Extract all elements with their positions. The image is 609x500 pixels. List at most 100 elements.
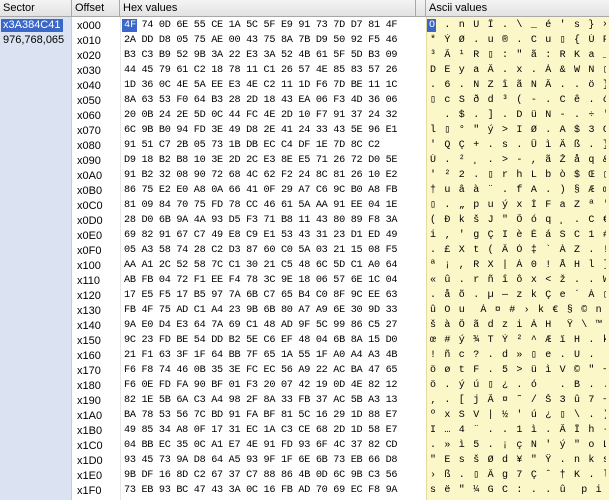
hex-row[interactable]: FB 4F 75 AD C1 A4 23 9B 6B 80 A7 A9 6E 3…	[124, 304, 414, 318]
header-spacer	[416, 0, 426, 16]
hex-row[interactable]: 17 E5 F5 17 B5 97 7A 6B C7 65 B4 C0 8F 9…	[124, 289, 414, 303]
ascii-row[interactable]: ³ Ã ¹ R ▯ : " ã : R K a _ ] ³ .	[430, 49, 606, 63]
hex-row[interactable]: F6 0E FD FA 90 BF 01 F3 20 07 42 19 0D 4…	[124, 379, 414, 393]
hex-row[interactable]: 81 09 84 70 75 FD 78 CC 46 61 5A AA 91 E…	[124, 199, 414, 213]
hex-row[interactable]: 8A 63 53 F0 64 B3 28 2D 18 43 EA 06 F3 4…	[124, 94, 414, 108]
ascii-row[interactable]: D E y a Â . x . Á & W N ▯ ▯ W &	[430, 64, 606, 78]
sector-address[interactable]: x3A384C41	[1, 19, 63, 32]
ascii-row[interactable]: ‚ . [ j Ã ¤ ˜ / Š 3 û 7 ¬ [ £ .	[430, 394, 606, 408]
ascii-row[interactable]: " E s š Ø d ¥ " Ÿ . n k s ë f Ø	[430, 454, 606, 468]
ascii-row[interactable]: › ß . ▯ Â g 7 Ç ˆ † K . l › Ã V	[430, 469, 606, 483]
hex-row[interactable]: AA A1 2C 52 58 7C C1 30 21 C5 48 6C 5D C…	[124, 259, 414, 273]
ascii-column-header[interactable]: Ascii values	[426, 0, 609, 16]
offset-label: x120	[77, 290, 101, 302]
ascii-row[interactable]: . » ì 5 . ¡ ç N ' ý " o L 7 ‚ Í	[430, 439, 606, 453]
ascii-row[interactable]: š à Ô ã d z i Á H ­ Ÿ \ ™ † Å '	[430, 319, 606, 333]
hex-row[interactable]: 9A E0 D4 E3 64 7A 69 C1 48 AD 9F 5C 99 8…	[124, 319, 414, 333]
hex-row[interactable]: 74 0D 6E 55 CE 1A 5C 5F E9 91 73 7D D7 8…	[124, 19, 414, 33]
ascii-row[interactable]: ▯ . „ p u ý x Ì F a Z ª ' î . .	[430, 199, 606, 213]
ascii-row[interactable]: œ # ý ¾ T Ý ² ^ Æ ï H . k Š . Ð	[430, 334, 606, 348]
sector-number: 976,768,065	[3, 34, 65, 46]
offset-label: x050	[77, 95, 101, 107]
offset-label: x160	[77, 350, 101, 362]
hex-row[interactable]: 21 F1 63 3F 1F 64 BB 7F 65 1A 55 1F A0 A…	[124, 349, 414, 363]
column-header-bar: Sector Offset Hex values Ascii values	[0, 0, 609, 17]
hex-row[interactable]: 49 85 34 A8 0F 17 31 EC 1A C3 CE 68 2D 1…	[124, 424, 414, 438]
ascii-row[interactable]: * Ý Ø . u ® . C u ▯ { Ù P ' õ F	[430, 34, 606, 48]
hex-row[interactable]: 04 BB EC 35 0C A1 E7 4E 91 FD 93 6F 4C 3…	[124, 439, 414, 453]
ascii-row[interactable]: . n U Î . \ _ é ' s } × ▯ O	[430, 19, 606, 33]
offset-label: x030	[77, 65, 101, 77]
ascii-row[interactable]: ' Q Ç + . s . Û ì Ä ß . } Œ Â	[430, 139, 606, 153]
ascii-row[interactable]: ö . ý ú ▯ ¿ . ó . B . . N ‚ .	[430, 379, 606, 393]
offset-label: x170	[77, 365, 101, 377]
hex-row[interactable]: D9 18 B2 B8 10 3E 2D 2C E3 8E E5 71 26 7…	[124, 154, 414, 168]
hex-row[interactable]: BA 78 53 56 7C BD 91 FA BF 81 5C 16 29 1…	[124, 409, 414, 423]
ascii-row[interactable]: ö ø t F . 5 > ü ì V © " ¬ º G e	[430, 364, 606, 378]
hex-column-header[interactable]: Hex values	[120, 0, 416, 16]
hex-row[interactable]: 93 45 73 9A D8 64 A5 93 9F 1F 6E 6B 73 E…	[124, 454, 414, 468]
offset-label: x1A0	[77, 410, 103, 422]
ascii-row[interactable]: º x S V | ½ ' ú ¿ ▯ \ . ) . ˆ ç	[430, 409, 606, 423]
panel-separator	[416, 17, 426, 500]
ascii-row[interactable]: Ù . ² ¸ . > - , ã Ž å q & r Ð ^	[430, 154, 606, 168]
ascii-row[interactable]: . å õ . µ — z k Ç e ´ À ▯ œ î c	[430, 289, 606, 303]
ascii-row[interactable]: ▯ c S ð d ³ ( - . C ê . ó M 6 .	[430, 94, 606, 108]
hex-row[interactable]: 9C 23 FD BE 54 DD B2 5E C6 EF 48 04 6B 8…	[124, 334, 414, 348]
ascii-row[interactable]: ! ñ c ? . d » ▯ e . U . ¤ £ K	[430, 349, 606, 363]
hex-row[interactable]: 44 45 79 61 C2 18 78 11 C1 26 57 4E 85 8…	[124, 64, 414, 78]
sector-column-header[interactable]: Sector	[0, 0, 72, 16]
offset-label: x100	[77, 260, 101, 272]
hex-row[interactable]: B3 C3 B9 52 9B 3A 22 E3 3A 52 4B 61 5F 5…	[124, 49, 414, 63]
offset-label: x0C0	[77, 200, 103, 212]
offset-label: x190	[77, 395, 101, 407]
hex-row[interactable]: 6C 9B B0 94 FD 3E 49 D8 2E 41 24 33 43 5…	[124, 124, 414, 138]
hex-row[interactable]: 28 D0 6B 9A 4A 93 D5 F3 71 B8 11 43 80 8…	[124, 214, 414, 228]
hex-row[interactable]: 9B DF 16 8D C2 67 37 C7 88 86 4B 0D 6C 9…	[124, 469, 414, 483]
offset-label: x130	[77, 305, 101, 317]
ascii-row[interactable]: s ë " ¼ G C : . . û ­ p i ì ø š	[430, 484, 606, 498]
offset-label: x080	[77, 140, 101, 152]
hex-row[interactable]: 2A DD D8 05 75 AE 00 43 75 8A 7B D9 50 9…	[124, 34, 414, 48]
offset-label: x0E0	[77, 230, 103, 242]
hex-row[interactable]: 69 82 91 67 C7 49 E8 C9 E1 53 43 31 23 D…	[124, 229, 414, 243]
hex-row[interactable]: 1D 36 0C 4E 5A EE E3 4E C2 11 1D F6 7D B…	[124, 79, 414, 93]
offset-label: x010	[77, 35, 101, 47]
hex-row[interactable]: 20 0B 24 2E 5D 0C 44 FC 4E 2D 10 F7 91 3…	[124, 109, 414, 123]
ascii-row[interactable]: † u â à ¨ . f A . ) § Æ œ ° ¨ û	[430, 184, 606, 198]
hex-row[interactable]: 91 51 C7 2B 05 73 1B DB EC C4 DF 1E 7D 8…	[124, 139, 414, 153]
offset-label: x1C0	[77, 440, 103, 452]
hex-row[interactable]: 82 1E 5B 6A C3 A4 98 2F 8A 33 FB 37 AC 5…	[124, 394, 414, 408]
offset-label: x140	[77, 320, 101, 332]
ascii-row[interactable]: ª ¡ , R X | Á 0 ! Å H l ] Á d	[430, 259, 606, 273]
ascii-row[interactable]: I … 4 ¨ . . 1 ì . Ã Î h - . X ç	[430, 424, 606, 438]
ascii-row[interactable]: i ‚ ' g Ç I è É á S C 1 # Ñ í I	[430, 229, 606, 243]
ascii-row[interactable]: l ▯ ° " ý > I Ø . A $ 3 C ^ ▯ á	[430, 124, 606, 138]
sector-panel: x3A384C41 976,768,065	[0, 17, 72, 500]
offset-label: x150	[77, 335, 101, 347]
ascii-row[interactable]: . £ X t ( Â Ó ‡ ` À Z . ! . . õ	[430, 244, 606, 258]
hex-row[interactable]: 91 B2 32 08 90 72 68 4C 62 F2 24 8C 81 2…	[124, 169, 414, 183]
offset-label: x0B0	[77, 185, 103, 197]
offset-column-header[interactable]: Offset	[72, 0, 120, 16]
ascii-row[interactable]: « û . r ñ î ô x < ž . . W n . .	[430, 274, 606, 288]
hex-row[interactable]: 86 75 E2 E0 A8 0A 66 41 0F 29 A7 C6 9C B…	[124, 184, 414, 198]
offset-label: x1B0	[77, 425, 103, 437]
offset-label: x1D0	[77, 455, 103, 467]
hex-row[interactable]: 05 A3 58 74 28 C2 D3 87 60 C0 5A 03 21 1…	[124, 244, 414, 258]
hex-row[interactable]: F6 F8 74 46 0B 35 3E FC EC 56 A9 22 AC B…	[124, 364, 414, 378]
offset-label: x1E0	[77, 470, 103, 482]
hex-row[interactable]: AB FB 04 72 F1 EE F4 78 3C 9E 18 06 57 6…	[124, 274, 414, 288]
ascii-row[interactable]: . $ . ] . D ü N - . ÷ ' 7 $ 2	[430, 109, 606, 123]
hex-row[interactable]: 73 EB 93 BC 47 43 3A 0C 16 FB AD 70 69 E…	[124, 484, 414, 498]
offset-label: x090	[77, 155, 101, 167]
offset-label: x070	[77, 125, 101, 137]
ascii-row[interactable]: û O u ­ Á ¤ # › k € § © n 0 ▯ 3	[430, 304, 606, 318]
offset-label: x0A0	[77, 170, 103, 182]
ascii-row[interactable]: ' ² 2 . ▯ r h L b ò $ Œ ▯ & . â	[430, 169, 606, 183]
ascii-row[interactable]: ( Ð k š J " Õ ó q ¸ . C € ‰ ø :	[430, 214, 606, 228]
offset-label: x0F0	[77, 245, 102, 257]
offset-label: x1F0	[77, 485, 102, 497]
ascii-row[interactable]: . 6 . N Z î ã N Â . . ö } ¾ . .	[430, 79, 606, 93]
offset-label: x180	[77, 380, 101, 392]
